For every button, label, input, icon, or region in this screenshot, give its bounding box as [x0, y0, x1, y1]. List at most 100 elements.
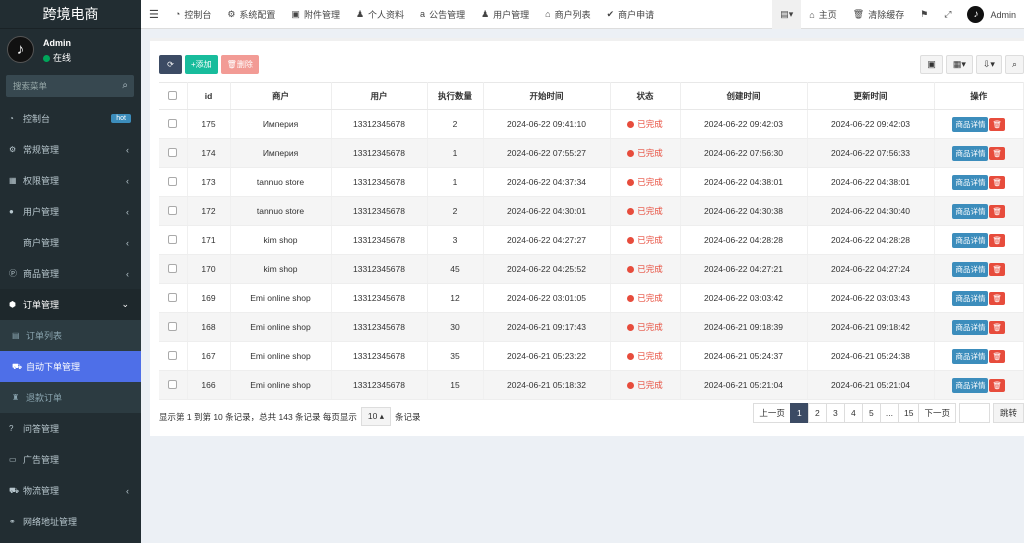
refresh-button[interactable]: ⟳	[159, 55, 182, 74]
page-button[interactable]: 2	[807, 403, 827, 423]
sidebar-item-permission[interactable]: ▦ 权限管理 ‹	[0, 165, 141, 196]
cell-id: 174	[187, 138, 231, 168]
product-detail-button[interactable]: 商品详情	[952, 319, 989, 335]
col-header: 操作	[934, 82, 1024, 110]
sidebar-item-dashboard[interactable]: ◔ 控制台 hot	[0, 103, 141, 134]
product-detail-button[interactable]: 商品详情	[952, 116, 989, 132]
page-button[interactable]: 3	[825, 403, 845, 423]
product-detail-button[interactable]: 商品详情	[952, 232, 989, 248]
nav-language[interactable]: ⚑	[912, 0, 936, 29]
page-button[interactable]: 1	[789, 403, 809, 423]
row-delete-button[interactable]: 🗑	[989, 146, 1006, 160]
sidebar-item-refund[interactable]: ♜ 退款订单	[0, 382, 141, 413]
row-checkbox[interactable]	[168, 292, 178, 302]
card-view-icon: ▣	[927, 59, 936, 69]
col-header[interactable]: 更新时间	[807, 82, 935, 110]
search-icon[interactable]: ⌕	[122, 80, 128, 91]
row-checkbox[interactable]	[168, 205, 178, 215]
col-header[interactable]: id	[187, 82, 231, 110]
app-logo[interactable]: 跨境电商	[0, 0, 141, 29]
nav-home[interactable]: ⌂ 主页	[801, 0, 844, 29]
export-button[interactable]: ⇩▾	[975, 55, 1002, 74]
product-detail-button[interactable]: 商品详情	[952, 348, 989, 364]
user-circle-icon: ●	[9, 207, 14, 216]
product-detail-button[interactable]: 商品详情	[952, 145, 989, 161]
row-checkbox[interactable]	[168, 263, 178, 273]
row-checkbox[interactable]	[168, 379, 178, 389]
nav-menu-dropdown[interactable]: ▤▾	[772, 0, 802, 29]
product-detail-button[interactable]: 商品详情	[952, 261, 989, 277]
select-all-checkbox[interactable]	[168, 90, 178, 100]
row-delete-button[interactable]: 🗑	[989, 291, 1006, 305]
search-button[interactable]: ⌕	[1004, 55, 1024, 74]
columns-button[interactable]: ▦▾	[945, 55, 973, 74]
page-ellipsis: ...	[879, 403, 899, 423]
sidebar-item-qa[interactable]: ? 问答管理	[0, 413, 141, 444]
jump-button[interactable]: 跳转	[992, 403, 1024, 423]
next-page-button[interactable]: 下一页	[918, 403, 956, 423]
cell-created-time: 2024-06-22 04:38:01	[680, 167, 808, 197]
cell-user: 13312345678	[331, 254, 428, 284]
row-checkbox[interactable]	[168, 234, 178, 244]
page-button[interactable]: 15	[898, 403, 920, 423]
sidebar-item-merchants[interactable]: 商户管理 ‹	[0, 227, 141, 258]
nav-dashboard[interactable]: ◔ 控制台	[167, 0, 219, 29]
nav-system-config[interactable]: ⚙ 系统配置	[219, 0, 283, 29]
row-checkbox[interactable]	[168, 321, 178, 331]
menu-search-input[interactable]	[6, 75, 134, 97]
col-header[interactable]: 状态	[610, 82, 681, 110]
cell-start-time: 2024-06-21 05:18:32	[483, 370, 611, 400]
nav-merchant-apply[interactable]: ✔ 商户申请	[599, 0, 663, 29]
row-delete-button[interactable]: 🗑	[989, 117, 1006, 131]
sidebar-item-label: 商品管理	[23, 269, 60, 279]
col-header[interactable]: 开始时间	[483, 82, 611, 110]
product-detail-button[interactable]: 商品详情	[952, 377, 989, 393]
page-button[interactable]: 5	[861, 403, 881, 423]
row-delete-button[interactable]: 🗑	[989, 320, 1006, 334]
sidebar-toggle[interactable]: ☰	[141, 0, 167, 29]
product-detail-button[interactable]: 商品详情	[952, 203, 989, 219]
sidebar-item-order-list[interactable]: ▤ 订单列表	[0, 320, 141, 351]
sidebar-item-logistics[interactable]: ⛟ 物流管理 ‹	[0, 475, 141, 506]
nav-clear-cache[interactable]: 🗑 清除缓存	[845, 0, 912, 29]
page-size-select[interactable]: 10 ▴	[360, 407, 392, 426]
row-checkbox[interactable]	[168, 176, 178, 186]
nav-profile[interactable]: ♟ 个人资料	[348, 0, 412, 29]
row-delete-button[interactable]: 🗑	[989, 262, 1006, 276]
cell-created-time: 2024-06-22 04:28:28	[680, 225, 808, 255]
product-detail-button[interactable]: 商品详情	[952, 290, 989, 306]
sidebar-item-products[interactable]: Ⓟ 商品管理 ‹	[0, 258, 141, 289]
row-delete-button[interactable]: 🗑	[989, 204, 1006, 218]
sidebar-item-ads[interactable]: ▭ 广告管理	[0, 444, 141, 475]
delete-button[interactable]: 🗑 删除	[220, 55, 259, 74]
page-button[interactable]: 4	[843, 403, 863, 423]
col-header[interactable]: 创建时间	[680, 82, 808, 110]
row-checkbox[interactable]	[168, 118, 178, 128]
sidebar-item-orders[interactable]: ⬢ 订单管理 ⌄	[0, 289, 141, 320]
sidebar-item-network[interactable]: ⚭ 网络地址管理	[0, 506, 141, 537]
nav-announcements[interactable]: a 公告管理	[412, 0, 473, 29]
sidebar-item-general[interactable]: ⚙ 常规管理 ‹	[0, 134, 141, 165]
nav-fullscreen[interactable]: ⤢	[936, 0, 959, 29]
product-detail-button[interactable]: 商品详情	[952, 174, 989, 190]
row-checkbox[interactable]	[168, 147, 178, 157]
jump-page-input[interactable]	[958, 403, 990, 423]
row-checkbox[interactable]	[168, 350, 178, 360]
row-delete-button[interactable]: 🗑	[989, 175, 1006, 189]
nav-attachments[interactable]: ▣ 附件管理	[283, 0, 348, 29]
sidebar-item-auto-order[interactable]: ⛟ 自动下单管理	[0, 351, 141, 382]
col-header[interactable]: 商户	[230, 82, 332, 110]
add-button[interactable]: + 添加	[185, 55, 218, 74]
sidebar-item-users[interactable]: ● 用户管理 ‹	[0, 196, 141, 227]
row-delete-button[interactable]: 🗑	[989, 233, 1006, 247]
nav-merchant-list[interactable]: ⌂ 商户列表	[537, 0, 598, 29]
prev-page-button[interactable]: 上一页	[753, 403, 791, 423]
row-delete-button[interactable]: 🗑	[989, 378, 1006, 392]
col-header[interactable]: 用户	[331, 82, 428, 110]
row-delete-button[interactable]: 🗑	[989, 349, 1006, 363]
nav-admin-menu[interactable]: ♪ Admin	[959, 0, 1024, 29]
col-header[interactable]: 执行数量	[427, 82, 484, 110]
hot-badge: hot	[111, 114, 131, 123]
nav-users[interactable]: ♟ 用户管理	[473, 0, 537, 29]
toggle-view-button[interactable]: ▣	[920, 55, 943, 74]
